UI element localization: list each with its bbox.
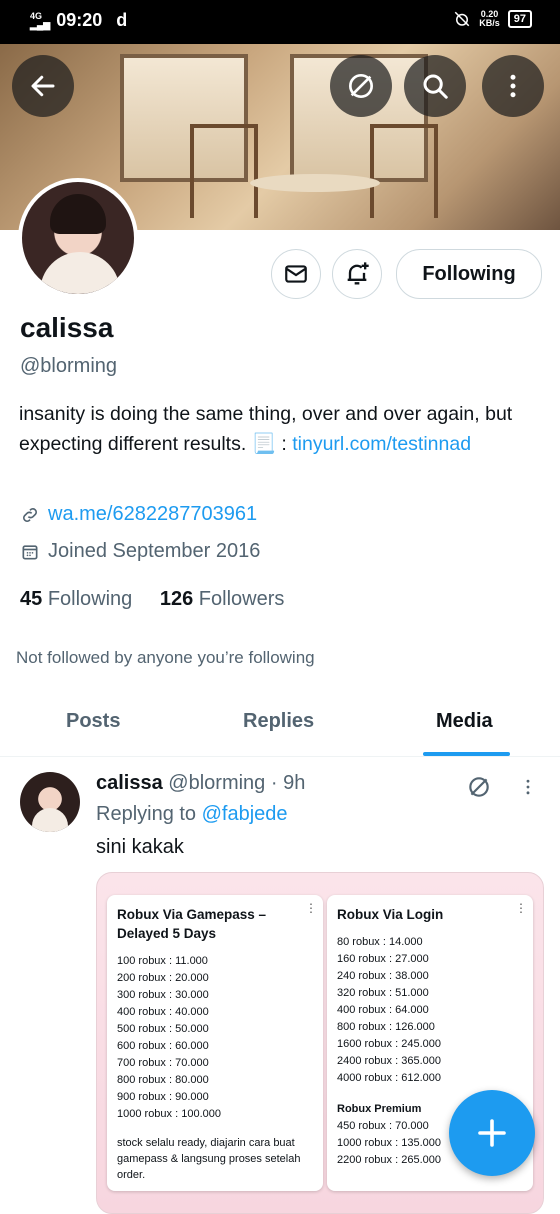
bio-link[interactable]: tinyurl.com/testinnad (292, 433, 471, 455)
link-icon (23, 507, 37, 522)
status-left: 4G ▂▄▆ 09:20 d (30, 10, 127, 31)
card-more-icon: ⋮ (305, 901, 317, 915)
calendar-icon (22, 544, 38, 559)
tab-replies[interactable]: Replies (243, 710, 314, 733)
tweet-avatar[interactable] (20, 772, 80, 832)
price-line: 200 robux : 20.000 (117, 972, 209, 984)
tab-posts[interactable]: Posts (66, 710, 120, 733)
followers-label: Followers (198, 588, 285, 610)
replying-to-handle[interactable]: @fabjede (202, 803, 288, 825)
profile-name: calissa (20, 312, 114, 343)
price-line: 300 robux : 30.000 (117, 989, 209, 1001)
clock: 09:20 (56, 10, 103, 30)
price-line: 700 robux : 70.000 (117, 1057, 209, 1069)
plus-icon (478, 1119, 506, 1147)
price-line: 100 robux : 11.000 (117, 955, 208, 967)
card2-title: Robux Via Login (337, 907, 444, 922)
follow-counts: 45 Following 126 Followers (20, 588, 284, 611)
compose-button[interactable] (449, 1090, 535, 1176)
following-count: 45 (20, 588, 43, 610)
card1-note: stock selalu ready, diajarin cara buat g… (117, 1137, 301, 1181)
price-line: 400 robux : 40.000 (117, 1006, 209, 1018)
profile-bio: insanity is doing the same thing, over a… (19, 399, 544, 459)
price-line: 800 robux : 126.000 (337, 1021, 435, 1033)
arrow-left-icon (31, 75, 55, 97)
tweet-header: calissa @blorming · 9h (96, 772, 305, 795)
following-label: Following (47, 588, 133, 610)
joined-row: Joined September 2016 (20, 540, 260, 563)
no-symbol-icon[interactable] (466, 774, 492, 800)
website-link[interactable]: wa.me/6282287703961 (48, 503, 257, 526)
price-line: 160 robux : 27.000 (337, 953, 429, 965)
following-button[interactable]: Following (396, 249, 542, 299)
following-count-link[interactable]: 45 Following (20, 588, 132, 610)
media-card-gamepass: ⋮ Robux Via Gamepass – Delayed 5 Days 10… (107, 895, 323, 1191)
tweet-time: · 9h (270, 772, 306, 794)
signal-bars-icon: ▂▄▆ (30, 19, 51, 30)
battery-icon: 97 (507, 10, 532, 28)
price-line: 400 robux : 64.000 (337, 1004, 429, 1016)
active-tab-indicator (423, 752, 510, 756)
tweet-more-icon[interactable] (518, 774, 538, 800)
search-button[interactable] (404, 55, 466, 117)
hide-button[interactable] (330, 55, 392, 117)
notifications-button[interactable] (332, 249, 382, 299)
profile-tabs: Posts Replies Media (0, 696, 560, 757)
price-line: 900 robux : 90.000 (117, 1091, 209, 1103)
avatar-hair (50, 194, 106, 234)
more-button[interactable] (482, 55, 544, 117)
tweet-avatar-body (32, 808, 68, 832)
price-line: 600 robux : 60.000 (117, 1040, 209, 1052)
replying-to: Replying to @fabjede (96, 803, 288, 826)
joined-date: Joined September 2016 (48, 540, 261, 562)
tweet-text: sini kakak (96, 836, 184, 858)
speed-unit: KB/s (479, 18, 500, 28)
avatar-body (40, 252, 120, 294)
banner-chair (370, 124, 438, 218)
tweet-author-name[interactable]: calissa (96, 772, 163, 794)
price-line: 80 robux : 14.000 (337, 936, 423, 948)
followers-count: 126 (159, 588, 194, 610)
banner-chair (190, 124, 258, 218)
back-button[interactable] (12, 55, 74, 117)
price-line: 800 robux : 80.000 (117, 1074, 209, 1086)
no-symbol-icon (349, 74, 373, 98)
status-bar: 4G ▂▄▆ 09:20 d 0.20 KB/s 97 (0, 0, 560, 44)
network-speed: 0.20 KB/s (479, 10, 500, 28)
more-vertical-icon (510, 74, 516, 98)
not-followed-note: Not followed by anyone you’re following (16, 648, 315, 667)
profile-avatar[interactable] (18, 178, 138, 298)
card1-lines: 100 robux : 11.000 200 robux : 20.000 300 … (117, 953, 313, 1123)
replying-prefix: Replying to (96, 803, 202, 825)
tab-media[interactable]: Media (436, 710, 493, 733)
price-line: 240 robux : 38.000 (337, 970, 429, 982)
status-right: 0.20 KB/s 97 (453, 10, 532, 28)
bell-plus-icon (347, 262, 369, 285)
envelope-icon (285, 265, 307, 283)
search-icon (423, 74, 448, 99)
alarm-off-icon (454, 11, 470, 27)
card2-lines: 80 robux : 14.000 160 robux : 27.000 240 r… (337, 934, 523, 1087)
price-line: 1600 robux : 245.000 (337, 1038, 441, 1050)
price-line: 320 robux : 51.000 (337, 987, 429, 999)
tweet-author-handle[interactable]: @blorming (168, 772, 265, 794)
message-button[interactable] (271, 249, 321, 299)
followers-count-link[interactable]: 126 Followers (160, 588, 285, 610)
carrier-icon: d (116, 10, 128, 30)
card-more-icon: ⋮ (515, 901, 527, 915)
website-row: wa.me/6282287703961 (20, 503, 257, 526)
price-line: 500 robux : 50.000 (117, 1023, 209, 1035)
price-line: 4000 robux : 612.000 (337, 1072, 441, 1084)
price-line: 1000 robux : 100.000 (117, 1108, 221, 1120)
network-indicator: 4G ▂▄▆ (30, 11, 51, 30)
profile-handle: @blorming (20, 355, 118, 377)
banner-table (250, 174, 380, 192)
price-line: 2400 robux : 365.000 (337, 1055, 441, 1067)
card1-title: Robux Via Gamepass – Delayed 5 Days (117, 907, 267, 941)
